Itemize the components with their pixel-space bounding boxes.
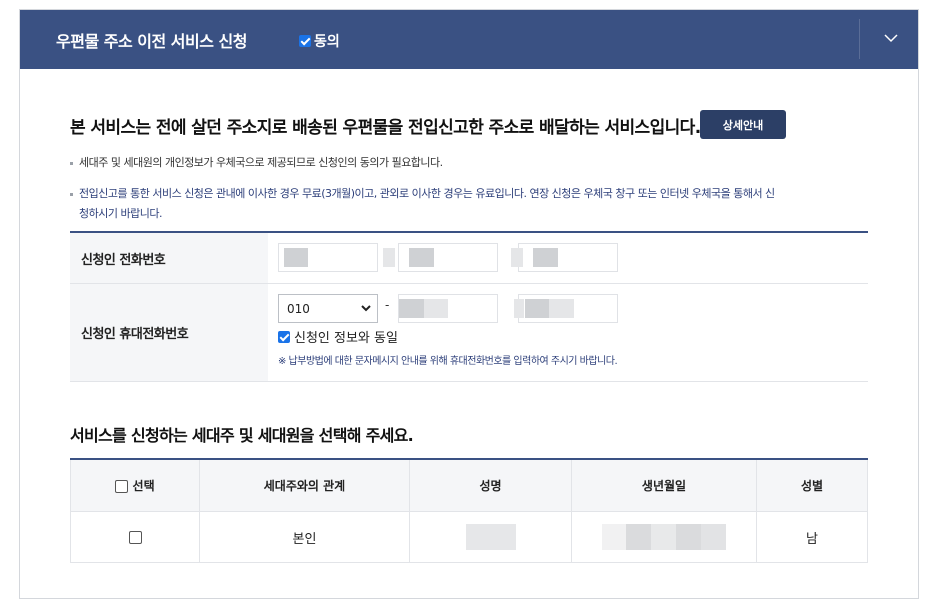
notice-consent: 세대주 및 세대원의 개인정보가 우체국으로 제공되므로 신청인의 동의가 필요…: [70, 153, 443, 173]
redacted-block: [676, 524, 701, 550]
panel-title: 우편물 주소 이전 서비스 신청: [56, 32, 247, 51]
phone-fields: [268, 233, 868, 283]
caret-down-icon: [361, 305, 371, 312]
checkbox-checked-icon[interactable]: [299, 35, 311, 47]
notice-fee-text-cont: 청하시기 바랍니다.: [79, 207, 162, 220]
applicant-form: 신청인 전화번호 신청인 휴대전화번호 010 - 신청인 정보와 동일 ※ 납…: [70, 231, 868, 382]
notice-consent-text: 세대주 및 세대원의 개인정보가 우체국으로 제공되므로 신청인의 동의가 필요…: [79, 156, 443, 169]
agree-checkbox[interactable]: 동의: [299, 31, 340, 51]
phone-row: 신청인 전화번호: [70, 233, 868, 284]
col-birthdate: 생년월일: [571, 459, 757, 512]
mobile-part2-input[interactable]: [398, 294, 498, 323]
detail-info-button[interactable]: 상세안내: [700, 110, 786, 139]
mobile-hint: ※ 납부방법에 대한 문자메시지 안내를 위해 휴대전화번호를 입력하여 주시기…: [278, 356, 618, 367]
bullet-icon: [70, 161, 73, 165]
chevron-down-icon[interactable]: [882, 32, 900, 44]
members-section-title: 서비스를 신청하는 세대주 및 세대원을 선택해 주세요.: [70, 426, 414, 445]
mobile-prefix-select[interactable]: 010: [278, 294, 378, 323]
notice-fee: 전입신고를 통한 서비스 신청은 관내에 이사한 경우 무료(3개월)이고, 관…: [70, 184, 775, 224]
redacted-block: [651, 524, 676, 550]
mobile-part3-input[interactable]: [514, 294, 618, 323]
name-cell: [409, 511, 572, 563]
redacted-name: [465, 524, 516, 550]
same-as-applicant-checkbox[interactable]: 신청인 정보와 동일: [278, 327, 398, 346]
phone-part3-input[interactable]: [511, 243, 618, 272]
col-select: 선택: [70, 459, 200, 512]
same-as-applicant-label: 신청인 정보와 동일: [294, 331, 398, 346]
col-select-label: 선택: [132, 479, 155, 493]
mobile-row: 신청인 휴대전화번호 010 - 신청인 정보와 동일 ※ 납부방법에 대한 문…: [70, 284, 868, 382]
col-relation: 세대주와의 관계: [199, 459, 410, 512]
mobile-dash: -: [385, 298, 390, 312]
agree-label: 동의: [314, 34, 340, 50]
notice-fee-text: 전입신고를 통한 서비스 신청은 관내에 이사한 경우 무료(3개월)이고, 관…: [79, 187, 775, 200]
birthdate-cell: [571, 511, 757, 563]
row-select-cell: [70, 511, 200, 563]
phone-part2-input[interactable]: [383, 243, 498, 272]
redacted-block: [701, 524, 726, 550]
header-divider: [859, 19, 860, 59]
select-all-checkbox[interactable]: [115, 480, 129, 493]
mobile-label: 신청인 휴대전화번호: [70, 284, 268, 381]
gender-cell: 남: [756, 511, 868, 563]
col-name: 성명: [409, 459, 572, 512]
mobile-prefix-value: 010: [287, 301, 310, 316]
mobile-fields: 010 - 신청인 정보와 동일 ※ 납부방법에 대한 문자메시지 안내를 위해…: [268, 284, 868, 381]
row-select-checkbox[interactable]: [128, 530, 142, 544]
service-panel: 우편물 주소 이전 서비스 신청 동의 본 서비스는 전에 살던 주소지로 배송…: [19, 9, 919, 599]
col-gender: 성별: [756, 459, 868, 512]
members-table: 선택 세대주와의 관계 성명 생년월일 성별 본인 남: [70, 458, 868, 563]
redacted-block: [602, 524, 626, 550]
checkbox-checked-icon[interactable]: [278, 330, 290, 343]
table-row: 본인 남: [70, 511, 868, 563]
intro-text: 본 서비스는 전에 살던 주소지로 배송된 우편물을 전입신고한 주소로 배달하…: [70, 118, 701, 138]
bullet-icon: [70, 192, 73, 196]
phone-label: 신청인 전화번호: [70, 233, 268, 283]
phone-part1-input[interactable]: [278, 243, 378, 272]
redacted-block: [626, 524, 651, 550]
relation-cell: 본인: [199, 511, 410, 563]
panel-header: 우편물 주소 이전 서비스 신청 동의: [20, 10, 918, 69]
table-header-row: 선택 세대주와의 관계 성명 생년월일 성별: [70, 459, 868, 512]
